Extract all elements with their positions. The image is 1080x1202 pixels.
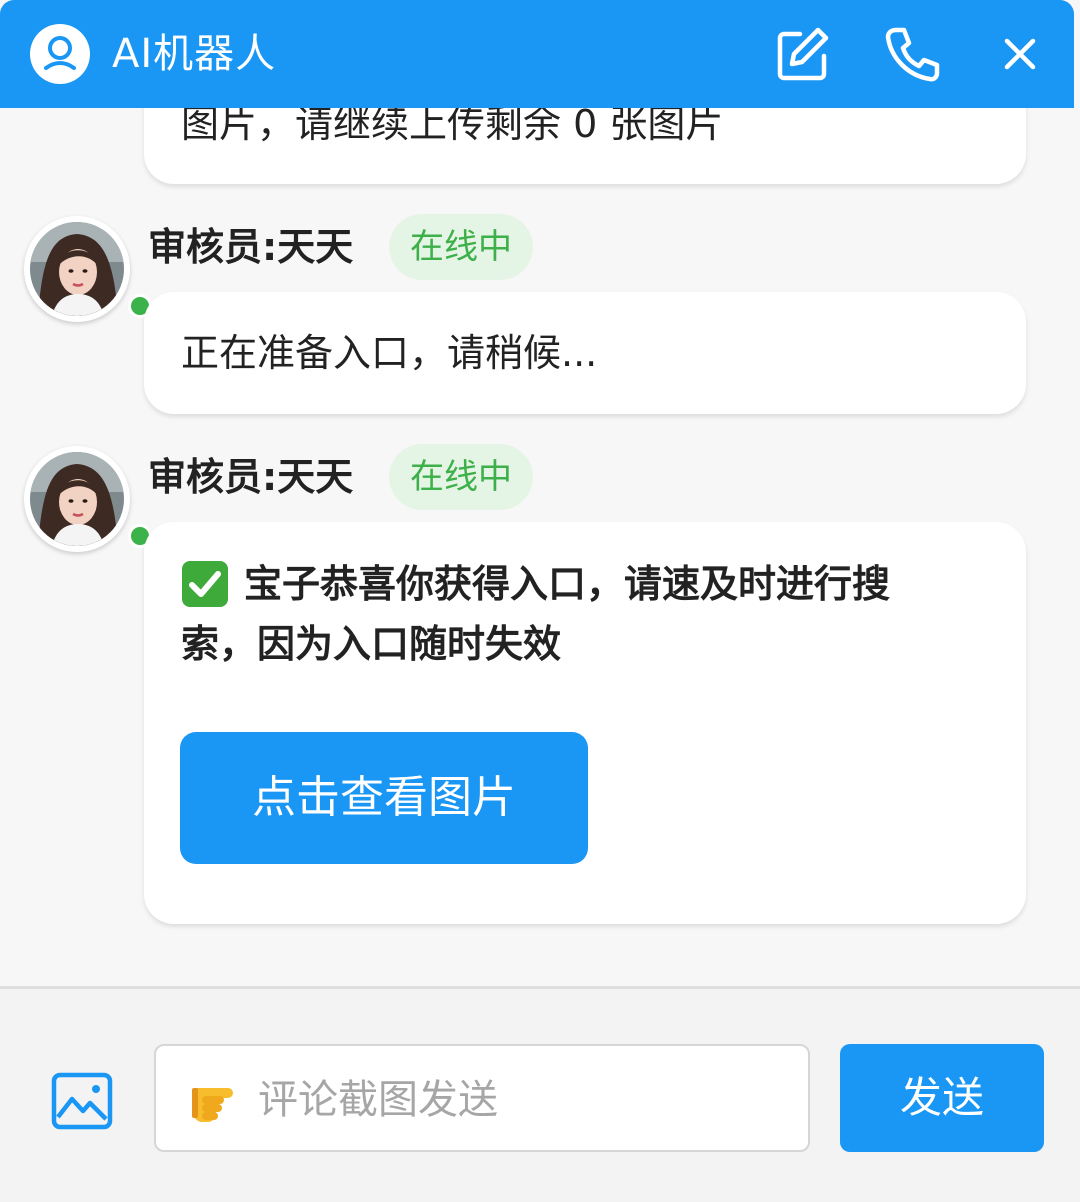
message-text: 正在准备入口，请稍候... [181, 331, 598, 375]
image-upload-icon[interactable] [50, 1069, 114, 1133]
status-badge: 在线中 [389, 214, 533, 280]
close-icon[interactable] [992, 26, 1048, 82]
phone-icon[interactable] [884, 26, 940, 82]
message-text-line: 宝子恭喜你获得入口，请速及时进行搜 [244, 562, 891, 606]
input-bar: 评论截图发送 发送 [0, 986, 1080, 1202]
user-circle-icon [30, 24, 90, 84]
message-text-line: 索，因为入口随时失效 [181, 622, 562, 666]
message-bubble: 正在准备入口，请稍候... [144, 292, 1026, 414]
chat-header: AI机器人 [0, 0, 1074, 108]
chat-window: 图片，请继续上传剩余 0 张图片 审核员:天天 在线中 正在准备入口，请稍候..… [0, 0, 1080, 1202]
send-button[interactable]: 发送 [840, 1044, 1044, 1152]
check-mark-icon [181, 560, 229, 608]
message-list[interactable]: 图片，请继续上传剩余 0 张图片 审核员:天天 在线中 正在准备入口，请稍候..… [0, 0, 1080, 986]
agent-avatar[interactable] [24, 446, 152, 552]
agent-avatar[interactable] [24, 216, 152, 322]
edit-icon[interactable] [774, 26, 830, 82]
page-title: AI机器人 [112, 31, 277, 77]
pointing-hand-icon [192, 1074, 248, 1124]
sender-name: 审核员:天天 [148, 225, 354, 269]
view-image-button[interactable]: 点击查看图片 [180, 732, 588, 864]
input-placeholder: 评论截图发送 [258, 1077, 498, 1123]
message-bubble: 宝子恭喜你获得入口，请速及时进行搜 索，因为入口随时失效 点击查看图片 [144, 522, 1026, 924]
sender-name: 审核员:天天 [148, 455, 354, 499]
avatar-photo [30, 452, 124, 546]
avatar-photo [30, 222, 124, 316]
comment-input[interactable]: 评论截图发送 [154, 1044, 810, 1152]
status-badge: 在线中 [389, 444, 533, 510]
